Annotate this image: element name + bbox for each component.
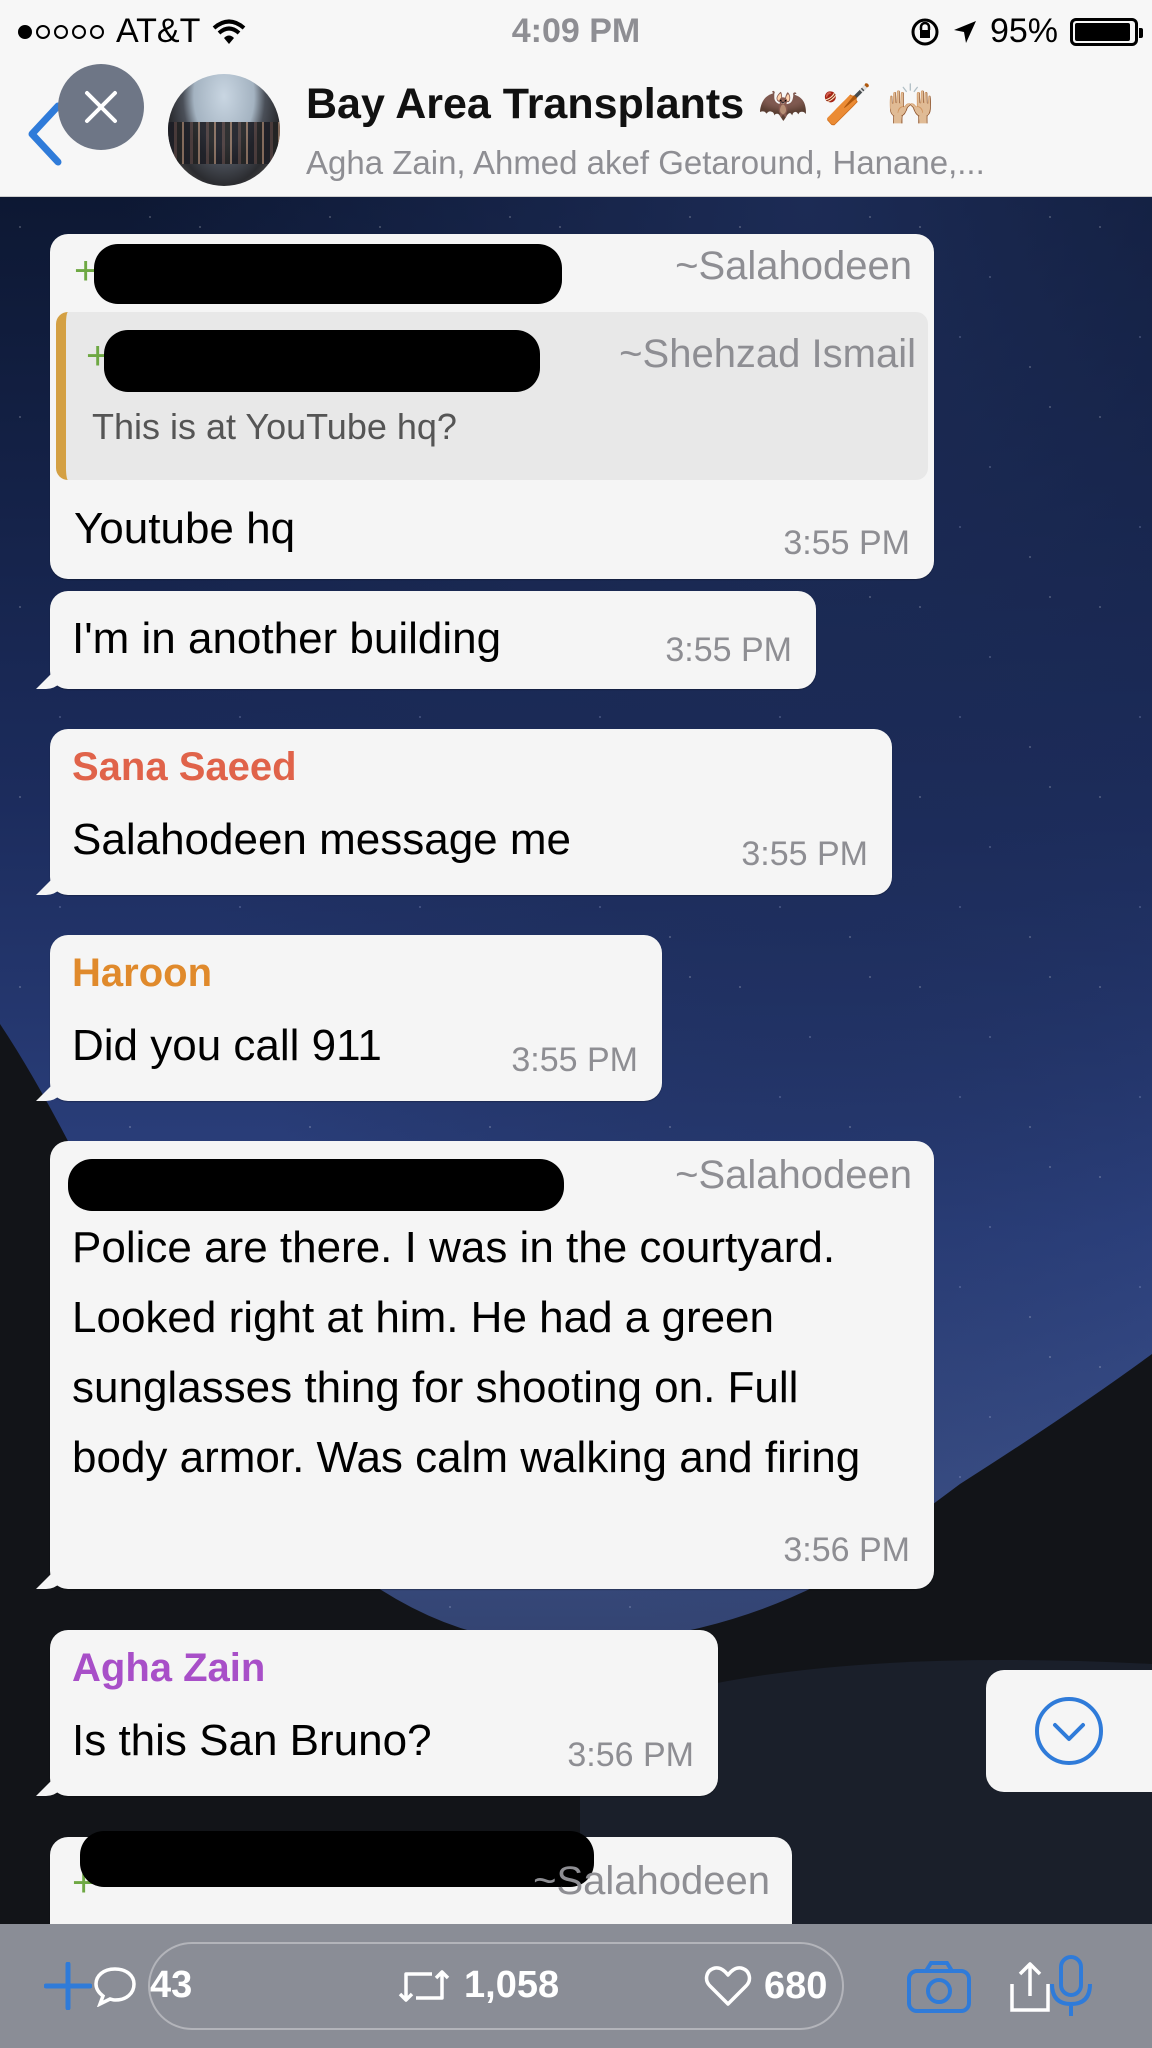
battery-icon <box>1070 17 1143 46</box>
message-text: Did you call 911 <box>72 1021 382 1070</box>
close-icon <box>85 91 117 123</box>
message-text: Police are there. I was in the courtyard… <box>72 1223 861 1482</box>
sender-alias: ~Salahodeen <box>533 1859 770 1903</box>
close-button[interactable] <box>58 64 144 150</box>
quote-text: This is at YouTube hq? <box>92 406 457 447</box>
redacted-phone <box>94 244 562 304</box>
message-text: Is this San Bruno? <box>72 1716 432 1765</box>
retweet-count[interactable]: 1,058 <box>396 1964 559 2007</box>
sender-name[interactable]: Agha Zain <box>72 1646 265 1691</box>
heart-icon <box>704 1966 752 2006</box>
message-bubble[interactable]: I'm in another building 3:55 PM <box>50 591 816 689</box>
message-bubble[interactable]: Sana Saeed Salahodeen message me 3:55 PM <box>50 729 892 895</box>
message-text: I'm in another building <box>72 614 502 663</box>
message-bubble[interactable]: ~Salahodeen Police are there. I was in t… <box>50 1141 934 1589</box>
reply-count-value: 43 <box>150 1964 193 2006</box>
message-bubble-quoted[interactable]: + ~Salahodeen + ~Shehzad Ismail This is … <box>50 234 934 579</box>
status-bar: AT&T 4:09 PM 95% <box>0 0 1152 62</box>
raised-hands-emoji: 🙌🏼 <box>885 83 936 127</box>
reply-count[interactable]: 43 <box>92 1964 192 2007</box>
sender-name[interactable]: Haroon <box>72 951 212 996</box>
message-bubble[interactable]: Agha Zain Is this San Bruno? 3:56 PM <box>50 1630 718 1796</box>
group-avatar[interactable] <box>168 74 280 186</box>
message-time: 3:56 PM <box>567 1736 694 1774</box>
like-count-value: 680 <box>764 1964 828 2007</box>
message-time: 3:55 PM <box>741 835 868 873</box>
bat-emoji: 🦇 <box>758 83 808 127</box>
sender-alias: ~Salahodeen <box>675 244 912 288</box>
quote-sender: ~Shehzad Ismail <box>619 332 916 376</box>
redacted-phone <box>68 1159 564 1211</box>
bottom-bar: 43 1,058 680 <box>0 1924 1152 2048</box>
like-count[interactable]: 680 <box>704 1964 827 2008</box>
lock-rotation-icon <box>911 18 939 45</box>
message-time: 3:55 PM <box>783 524 910 562</box>
cricket-emoji: 🏏 <box>821 83 872 127</box>
message-bubble[interactable]: Haroon Did you call 911 3:55 PM <box>50 935 662 1101</box>
quoted-message[interactable]: + ~Shehzad Ismail This is at YouTube hq? <box>56 312 928 480</box>
sender-alias: ~Salahodeen <box>675 1153 912 1197</box>
message-time: 3:56 PM <box>783 1531 910 1569</box>
redacted-phone <box>80 1831 594 1887</box>
location-arrow-icon <box>953 20 976 43</box>
reply-icon <box>94 1966 136 2007</box>
message-time: 3:55 PM <box>665 631 792 669</box>
message-text: Salahodeen message me <box>72 815 571 864</box>
battery-percent: 95% <box>989 12 1058 50</box>
group-members[interactable]: Agha Zain, Ahmed akef Getaround, Hanane,… <box>306 144 985 182</box>
retweet-count-value: 1,058 <box>464 1964 560 2006</box>
sender-name[interactable]: Sana Saeed <box>72 745 297 790</box>
chevron-down-icon <box>1035 1697 1103 1765</box>
message-text: Youtube hq <box>74 504 296 553</box>
chat-area[interactable]: + ~Salahodeen + ~Shehzad Ismail This is … <box>0 197 1152 1924</box>
redacted-phone <box>104 330 540 392</box>
chat-header: Bay Area Transplants 🦇 🏏 🙌🏼 Agha Zain, A… <box>0 62 1152 197</box>
group-title[interactable]: Bay Area Transplants 🦇 🏏 🙌🏼 <box>306 80 936 129</box>
plus-icon[interactable] <box>44 1962 92 2010</box>
scroll-to-bottom-button[interactable] <box>986 1670 1152 1792</box>
retweet-icon <box>398 1969 450 2002</box>
camera-icon[interactable] <box>906 1960 972 2014</box>
message-bubble-partial[interactable]: + ~Salahodeen <box>50 1831 792 1924</box>
message-time: 3:55 PM <box>511 1041 638 1079</box>
microphone-icon[interactable] <box>1046 1954 1096 2020</box>
group-title-text: Bay Area Transplants <box>306 80 745 128</box>
